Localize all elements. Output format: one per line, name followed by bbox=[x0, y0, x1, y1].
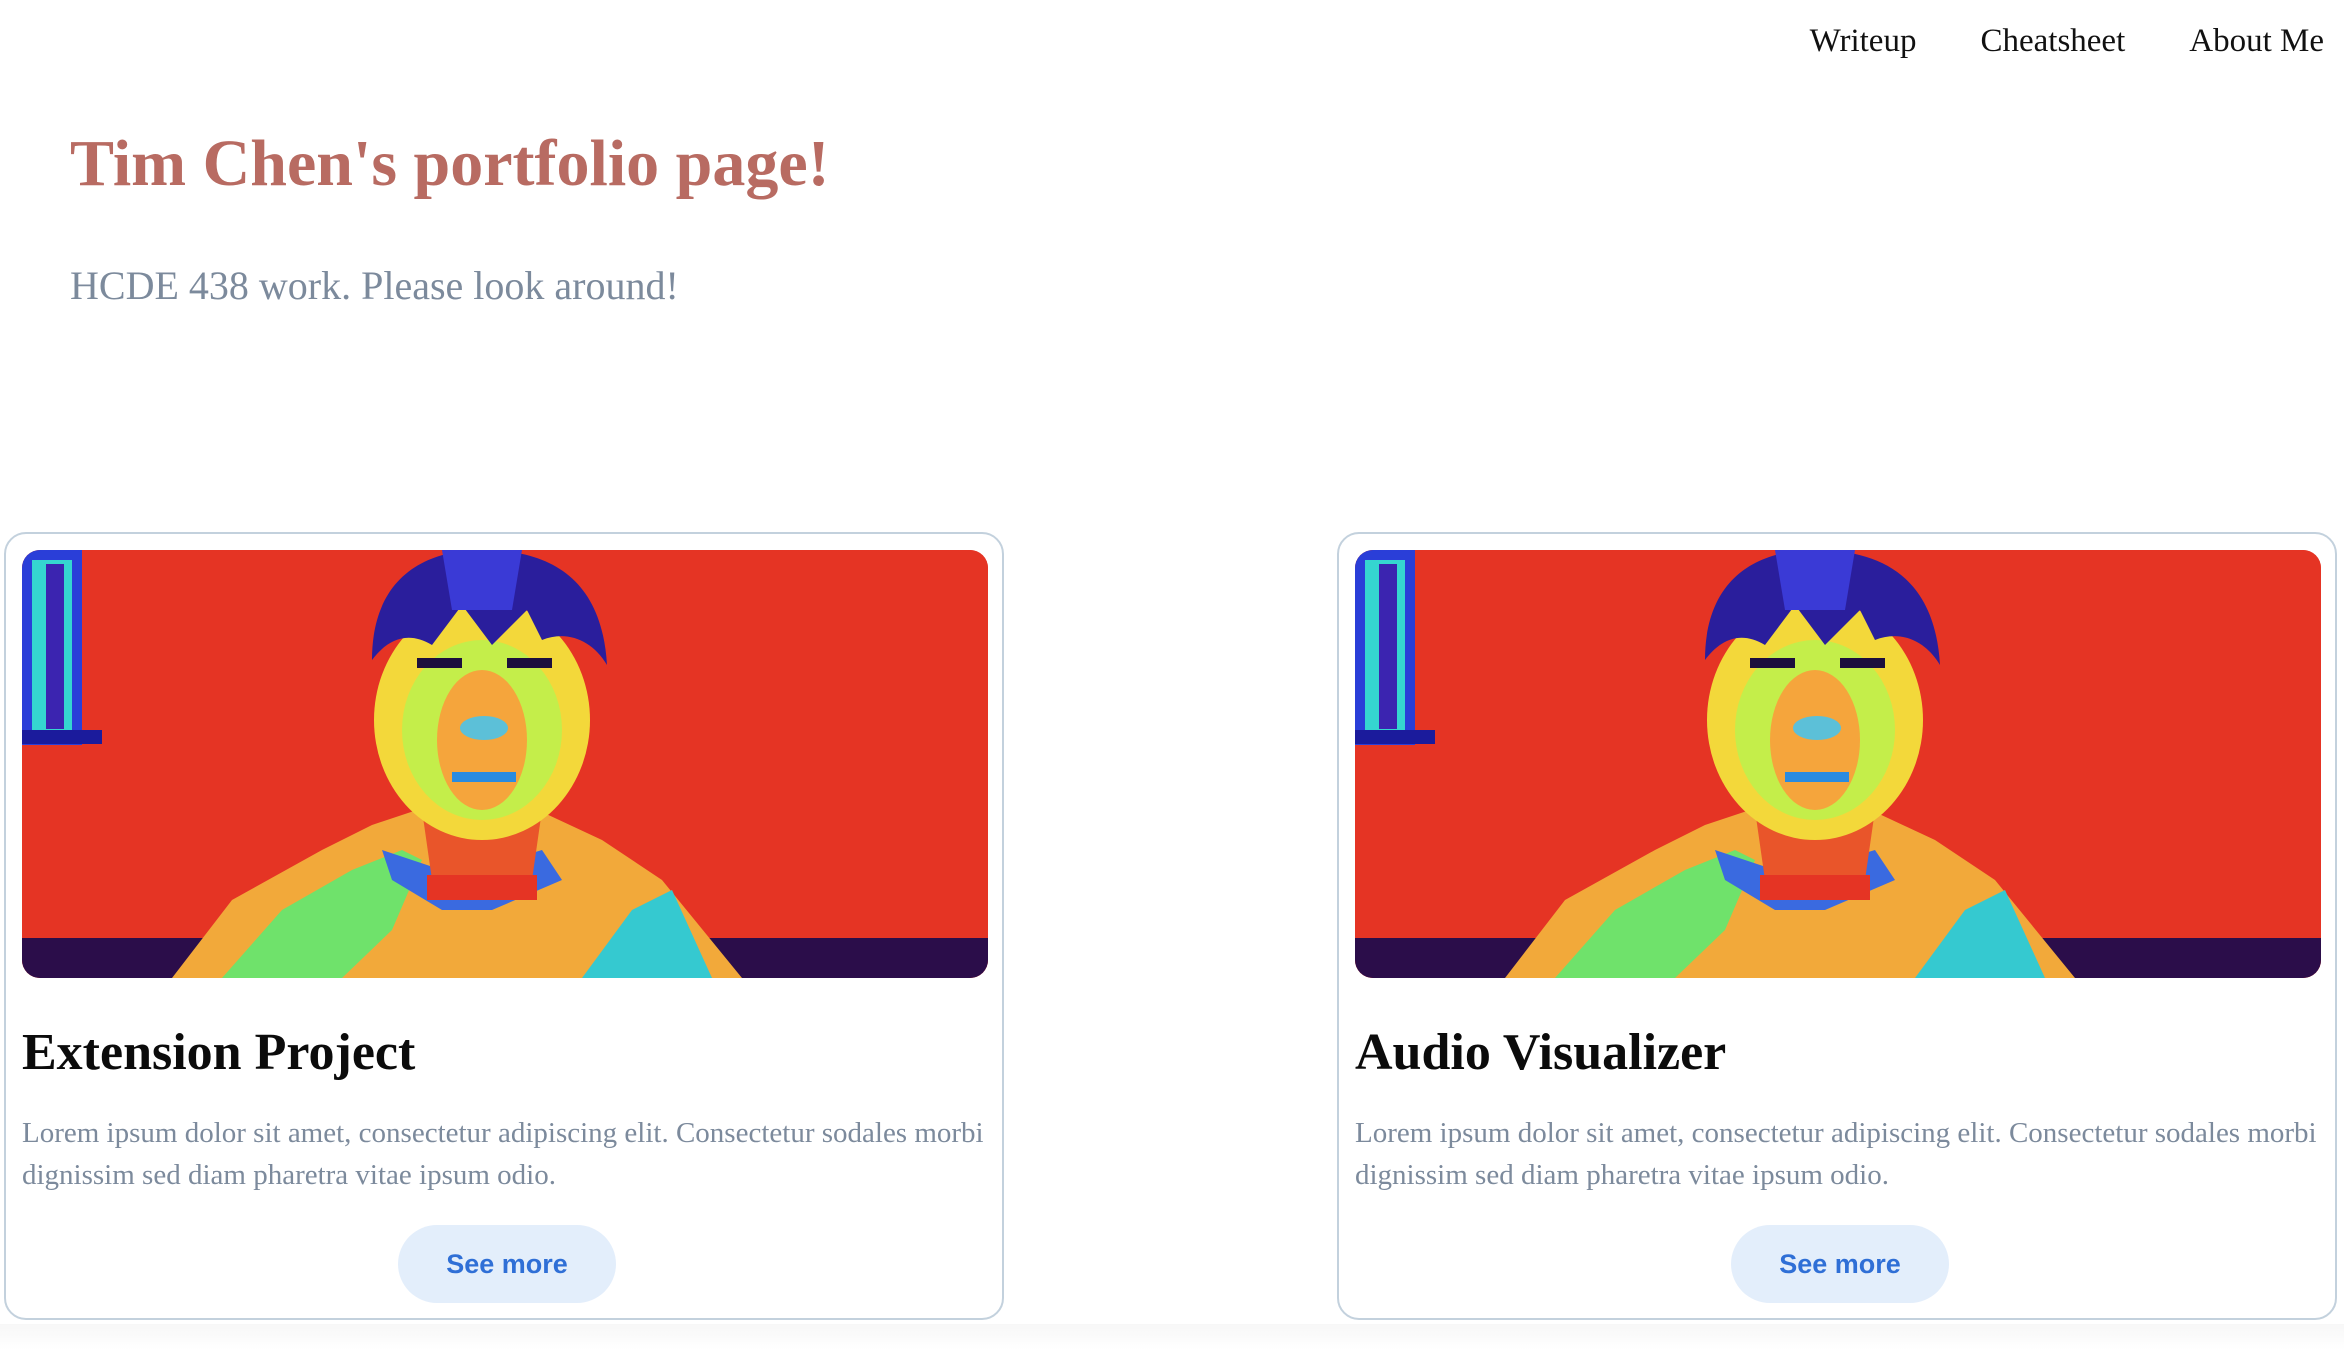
page-title: Tim Chen's portfolio page! bbox=[70, 127, 830, 200]
top-nav: Writeup Cheatsheet About Me bbox=[1746, 16, 2344, 66]
card-description: Lorem ipsum dolor sit amet, consectetur … bbox=[22, 1117, 984, 1191]
project-card-extension: Extension Project Lorem ipsum dolor sit … bbox=[4, 532, 1004, 1320]
nav-link-writeup[interactable]: Writeup bbox=[1810, 24, 1917, 58]
see-more-button[interactable]: See more bbox=[398, 1225, 616, 1303]
page-subtitle: HCDE 438 work. Please look around! bbox=[70, 263, 679, 308]
project-thumbnail bbox=[22, 550, 988, 978]
card-description: Lorem ipsum dolor sit amet, consectetur … bbox=[1355, 1117, 2317, 1191]
project-card-audio-visualizer: Audio Visualizer Lorem ipsum dolor sit a… bbox=[1337, 532, 2337, 1320]
card-title: Extension Project bbox=[22, 1024, 416, 1081]
footer-shadow bbox=[0, 1324, 2344, 1350]
nav-link-cheatsheet[interactable]: Cheatsheet bbox=[1980, 24, 2125, 58]
project-thumbnail bbox=[1355, 550, 2321, 978]
nav-link-about-me[interactable]: About Me bbox=[2189, 24, 2324, 58]
see-more-button[interactable]: See more bbox=[1731, 1225, 1949, 1303]
card-title: Audio Visualizer bbox=[1355, 1024, 1727, 1081]
